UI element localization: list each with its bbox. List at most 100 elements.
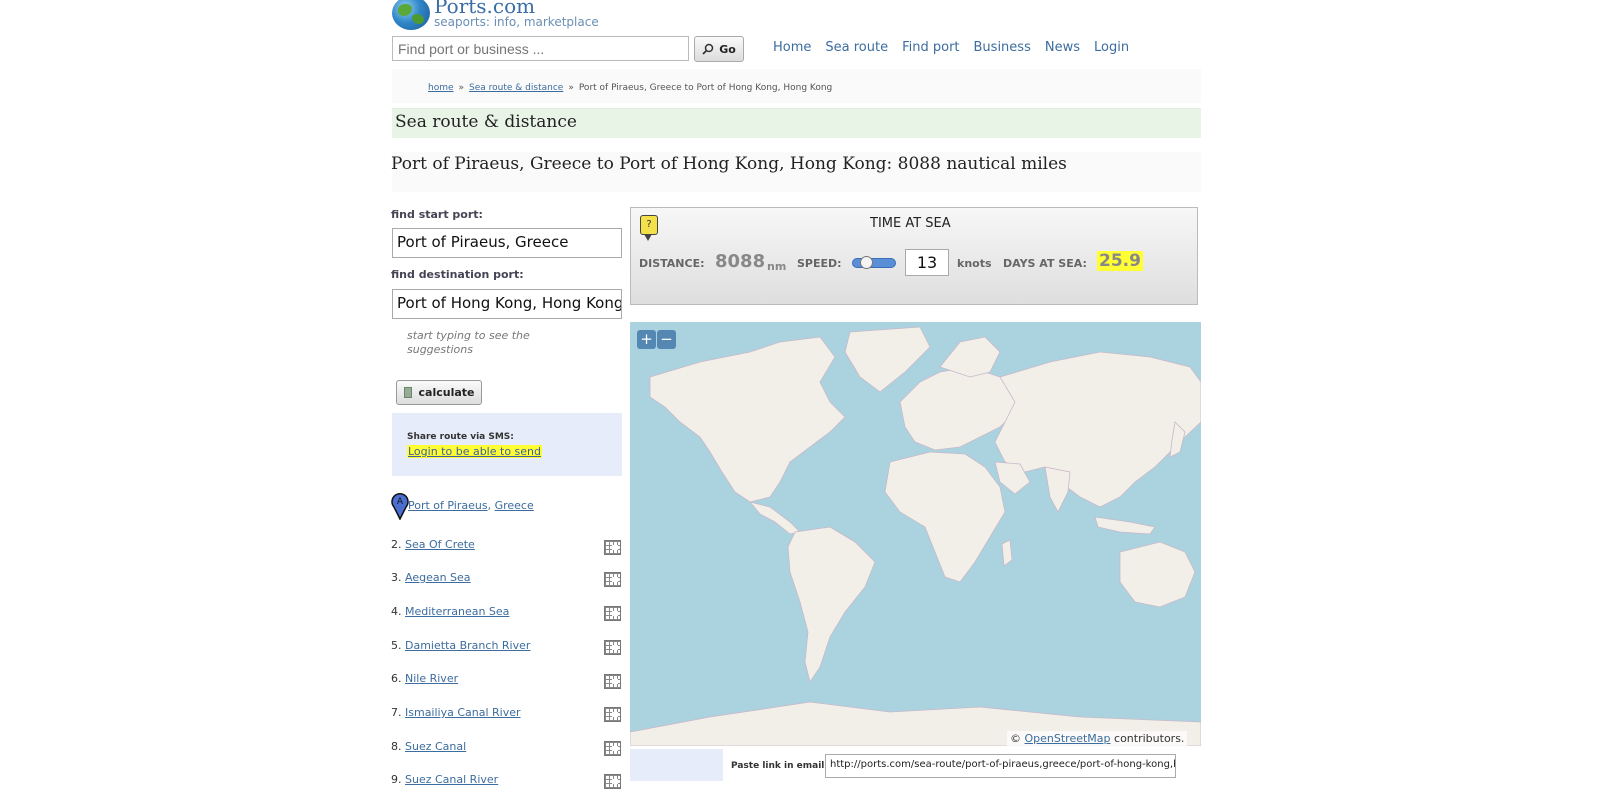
land-australia: [1119, 541, 1196, 608]
speed-slider[interactable]: [852, 258, 896, 268]
speed-unit: knots: [957, 257, 992, 270]
waypoint-link[interactable]: Mediterranean Sea: [405, 605, 509, 618]
pin-marker-label: A: [397, 497, 404, 507]
land-central-america: [748, 501, 801, 535]
list-item: 7. Ismailiya Canal River: [391, 706, 521, 719]
list-item: 3. Aegean Sea: [391, 571, 471, 584]
list-item: 9. Suez Canal River: [391, 773, 498, 786]
openstreetmap-link[interactable]: OpenStreetMap: [1025, 732, 1111, 745]
list-item: 4. Mediterranean Sea: [391, 605, 509, 618]
distance-label: DISTANCE:: [639, 257, 705, 270]
nav-login[interactable]: Login: [1094, 40, 1129, 55]
copyright-symbol: ©: [1010, 732, 1021, 745]
zoom-to-icon[interactable]: [604, 540, 621, 555]
nav-news[interactable]: News: [1045, 40, 1080, 55]
nav-sea-route[interactable]: Sea route: [825, 40, 888, 55]
waypoint-number: 8.: [391, 740, 402, 753]
main-nav: Home Sea route Find port Business News L…: [773, 40, 1129, 55]
email-side-panel: [630, 749, 723, 781]
nav-find-port[interactable]: Find port: [902, 40, 959, 55]
magnifier-icon: [702, 43, 714, 55]
waypoint-number: 5.: [391, 639, 402, 652]
waypoint-link[interactable]: Aegean Sea: [405, 571, 471, 584]
land-north-america: [649, 336, 846, 503]
start-port-label: find start port:: [391, 208, 483, 221]
waypoint-link[interactable]: Suez Canal River: [405, 773, 498, 786]
waypoint-number: 7.: [391, 706, 402, 719]
suggestion-hint: start typing to see the suggestions: [407, 329, 530, 356]
days-at-sea-value: 25.9: [1097, 251, 1143, 271]
breadcrumb-sea-route[interactable]: Sea route & distance: [469, 83, 563, 93]
go-label: Go: [719, 42, 736, 56]
land-south-america: [787, 526, 876, 683]
list-item: 2. Sea Of Crete: [391, 538, 475, 551]
list-item: 6. Nile River: [391, 672, 458, 685]
breadcrumb-home[interactable]: home: [428, 83, 454, 93]
start-country-link[interactable]: Greece: [495, 499, 534, 512]
zoom-to-icon[interactable]: [604, 674, 621, 689]
nav-home[interactable]: Home: [773, 40, 811, 55]
list-item: 5. Damietta Branch River: [391, 639, 530, 652]
land-india: [1044, 466, 1071, 513]
speed-input[interactable]: 13: [905, 249, 949, 276]
land-indonesia: [1094, 516, 1156, 535]
section-title: Sea route & distance: [395, 112, 577, 132]
search-input[interactable]: [392, 36, 689, 61]
list-item: 8. Suez Canal: [391, 740, 466, 753]
route-map[interactable]: [630, 322, 1201, 746]
breadcrumb-separator: »: [458, 83, 465, 93]
world-map: [630, 326, 1201, 746]
email-link-label: Paste link in email:: [731, 761, 828, 771]
email-link-field[interactable]: http://ports.com/sea-route/port-of-pirae…: [825, 754, 1176, 778]
days-at-sea-label: DAYS AT SEA:: [1003, 257, 1087, 270]
map-zoom-out-button[interactable]: −: [657, 330, 676, 349]
destination-port-label: find destination port:: [391, 268, 524, 281]
calculator-icon: [403, 387, 412, 398]
map-zoom-in-button[interactable]: +: [637, 330, 656, 349]
start-point-comma: ,: [487, 499, 492, 512]
distance-unit: nm: [767, 260, 787, 273]
logo-subtitle: seaports: info, marketplace: [434, 15, 599, 29]
sms-share-title: Share route via SMS:: [407, 432, 514, 442]
waypoint-number: 3.: [391, 571, 402, 584]
start-point: Port of Piraeus, Greece: [408, 499, 534, 512]
go-button[interactable]: Go: [694, 36, 744, 62]
waypoint-link[interactable]: Ismailiya Canal River: [405, 706, 521, 719]
waypoint-number: 9.: [391, 773, 402, 786]
sms-login-link[interactable]: Login to be able to send: [407, 445, 542, 458]
map-attribution: © OpenStreetMap contributors.: [1007, 731, 1188, 747]
waypoint-number: 4.: [391, 605, 402, 618]
calculate-button[interactable]: calculate: [396, 380, 482, 405]
nav-business[interactable]: Business: [974, 40, 1031, 55]
start-port-link[interactable]: Port of Piraeus: [408, 499, 488, 512]
zoom-to-icon[interactable]: [604, 741, 621, 756]
logo-globe-icon[interactable]: [392, 0, 430, 30]
attribution-suffix: contributors.: [1114, 732, 1185, 745]
waypoint-link[interactable]: Damietta Branch River: [405, 639, 530, 652]
time-at-sea-title: TIME AT SEA: [870, 216, 951, 231]
zoom-to-icon[interactable]: [604, 640, 621, 655]
zoom-to-icon[interactable]: [604, 606, 621, 621]
help-icon[interactable]: ?: [640, 215, 658, 241]
start-port-input[interactable]: Port of Piraeus, Greece: [392, 228, 622, 258]
zoom-to-icon[interactable]: [604, 572, 621, 587]
destination-port-input[interactable]: Port of Hong Kong, Hong Kong: [392, 289, 622, 319]
breadcrumb-current: Port of Piraeus, Greece to Port of Hong …: [578, 83, 833, 93]
breadcrumb-separator: »: [568, 83, 574, 93]
land-africa: [884, 451, 1006, 583]
page-title: Port of Piraeus, Greece to Port of Hong …: [391, 154, 1067, 174]
land-madagascar: [1001, 539, 1013, 567]
waypoint-link[interactable]: Sea Of Crete: [405, 538, 475, 551]
speed-slider-handle[interactable]: [860, 256, 873, 269]
distance-value: 8088: [715, 251, 766, 272]
zoom-to-icon[interactable]: [604, 774, 621, 789]
zoom-to-icon[interactable]: [604, 707, 621, 722]
land-greenland: [844, 326, 931, 393]
breadcrumb: home » Sea route & distance » Port of Pi…: [428, 83, 832, 93]
map-pin-a-icon: A: [391, 492, 409, 520]
waypoint-link[interactable]: Nile River: [405, 672, 458, 685]
waypoint-number: 2.: [391, 538, 402, 551]
waypoint-number: 6.: [391, 672, 402, 685]
speed-label: SPEED:: [797, 257, 842, 270]
waypoint-link[interactable]: Suez Canal: [405, 740, 466, 753]
